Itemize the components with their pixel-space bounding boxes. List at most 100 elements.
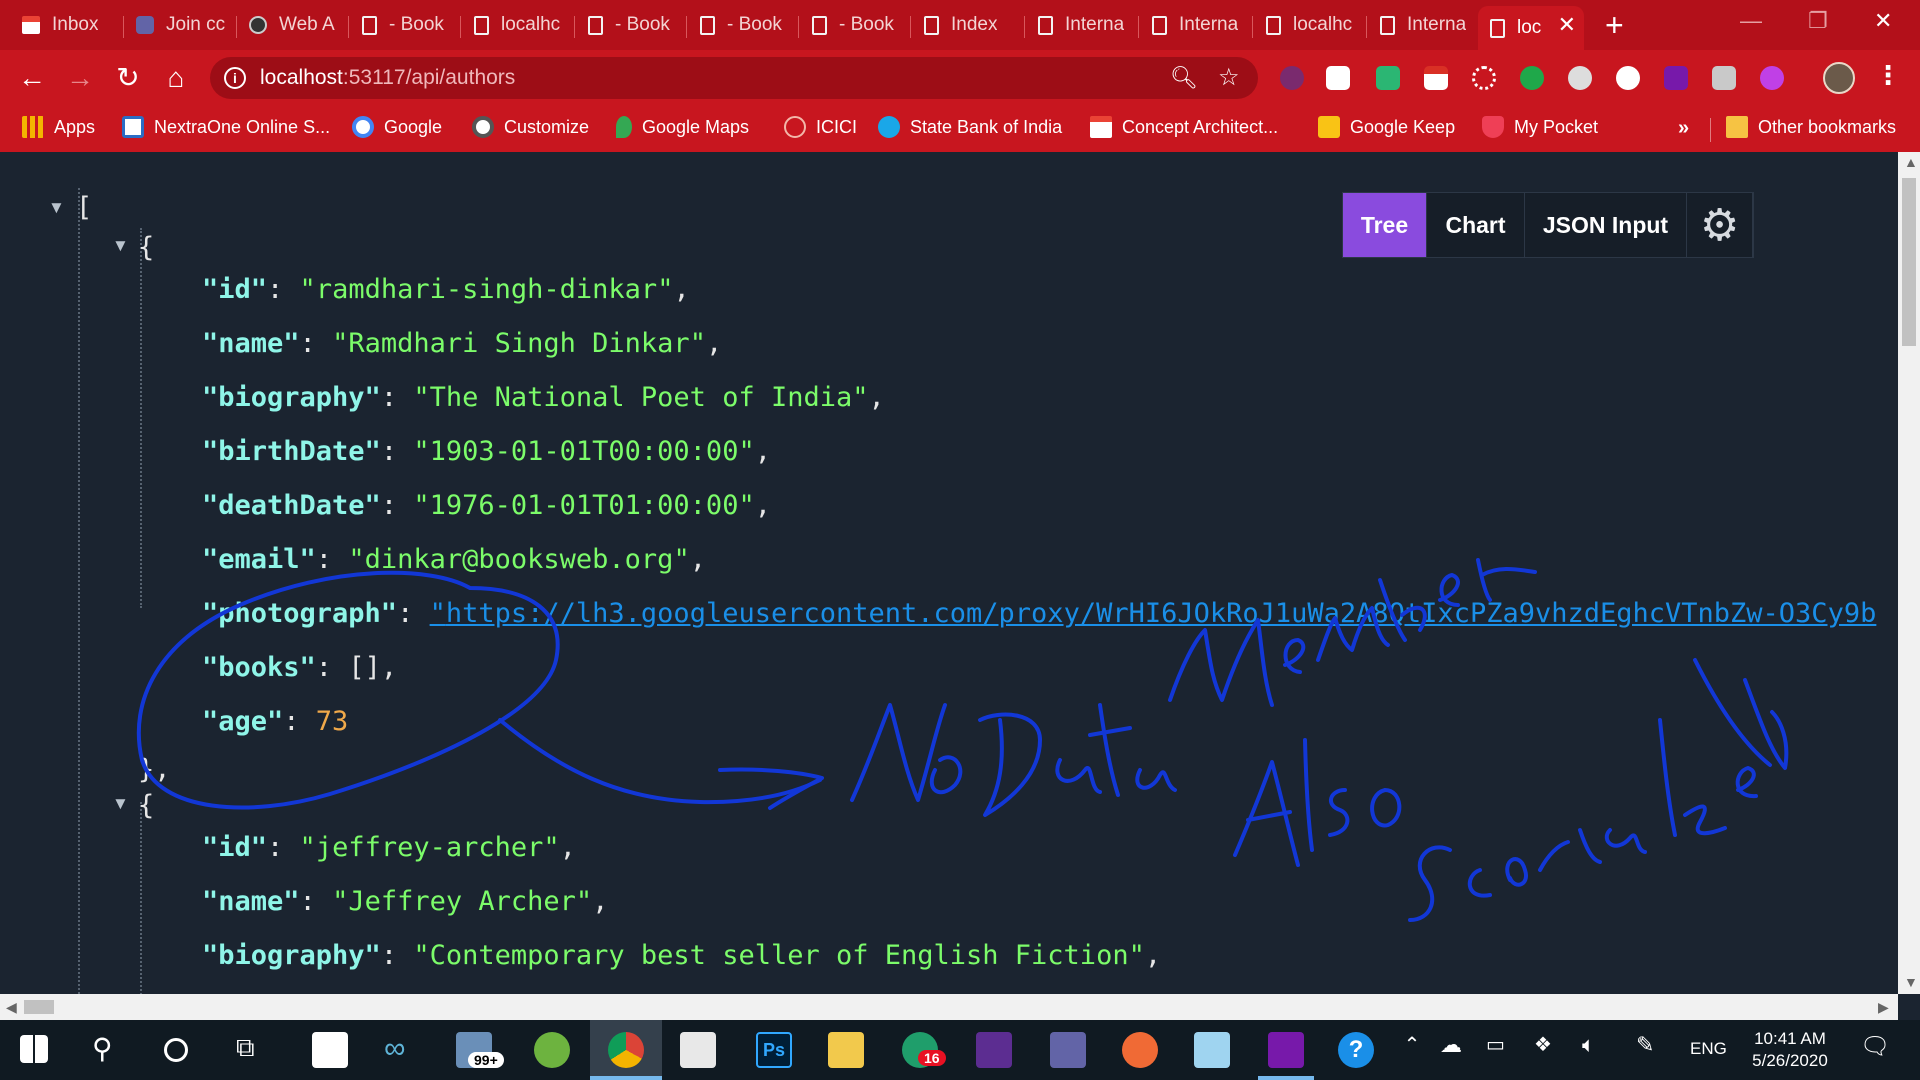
browser-tab[interactable]: Index (912, 8, 1024, 42)
collapse-toggle[interactable]: ▼ (112, 236, 129, 256)
app-icon[interactable] (1194, 1032, 1230, 1068)
bookmark-my-pocket[interactable]: My Pocket (1482, 116, 1598, 138)
extension-icon[interactable] (1280, 66, 1304, 90)
extension-icon[interactable] (1326, 66, 1350, 90)
bookmark-google[interactable]: Google (352, 116, 442, 138)
close-tab-icon[interactable]: ✕ (1558, 14, 1576, 36)
settings-gear-icon[interactable]: ⚙ (1687, 193, 1753, 257)
task-view-icon[interactable]: ⧉ (236, 1032, 272, 1068)
page-icon (1038, 15, 1053, 35)
collapse-toggle[interactable]: ▼ (112, 794, 129, 814)
spring-tool-icon[interactable] (534, 1032, 570, 1068)
avatar[interactable] (1823, 62, 1855, 94)
notifications-icon[interactable]: 🗨︎ (1860, 1032, 1896, 1068)
extension-icon[interactable] (1760, 66, 1784, 90)
windows-start-icon[interactable] (20, 1035, 48, 1063)
bookmarks-bar: Apps NextraOne Online S... Google Custom… (0, 106, 1920, 152)
search-icon[interactable]: ⚲ (92, 1032, 128, 1068)
extension-icon[interactable] (1616, 66, 1640, 90)
show-hidden-icons[interactable]: ⌃ (1394, 1032, 1430, 1068)
info-icon[interactable]: i (224, 67, 246, 89)
onedrive-icon[interactable]: ☁ (1440, 1032, 1476, 1068)
scroll-thumb[interactable] (24, 1000, 54, 1014)
onenote-icon[interactable] (1664, 66, 1688, 90)
browser-tab[interactable]: - Book (688, 8, 798, 42)
home-button[interactable]: ⌂ (158, 60, 194, 96)
extension-icon[interactable] (1568, 66, 1592, 90)
pen-icon[interactable]: ✎ (1636, 1032, 1672, 1068)
browser-tab[interactable]: Interna (1026, 8, 1138, 42)
vertical-scrollbar[interactable]: ▲ ▼ (1898, 152, 1920, 994)
browser-tab-active[interactable]: loc ✕ (1478, 6, 1584, 50)
bookmark-sbi[interactable]: State Bank of India (878, 116, 1062, 138)
json-row: "name": "Jeffrey Archer", (202, 886, 609, 917)
address-bar[interactable]: i localhost:53117/api/authors 🔍︎ ☆ (210, 57, 1258, 99)
tab-strip: Inbox Join cc Web A - Book localhc - Boo… (0, 0, 1920, 50)
teams-taskbar-icon[interactable] (1050, 1032, 1086, 1068)
other-bookmarks[interactable]: Other bookmarks (1726, 116, 1896, 138)
collapse-toggle[interactable]: ▼ (48, 198, 65, 218)
json-row: "id": "jeffrey-archer", (202, 832, 576, 863)
zoom-icon[interactable]: 🔍︎ (1170, 65, 1198, 91)
dropbox-icon[interactable] (1712, 66, 1736, 90)
back-button[interactable]: ← (14, 60, 50, 96)
chrome-icon[interactable] (608, 1032, 644, 1068)
bookmark-google-maps[interactable]: Google Maps (616, 116, 749, 138)
page-icon (812, 15, 827, 35)
horizontal-scrollbar[interactable]: ◀ ▶ (0, 994, 1898, 1020)
tab-tree[interactable]: Tree (1343, 193, 1427, 257)
bookmark-apps[interactable]: Apps (22, 116, 95, 138)
volume-icon[interactable]: 🔈︎ (1582, 1032, 1618, 1068)
browser-tab[interactable]: Interna (1140, 8, 1252, 42)
browser-tab[interactable]: - Book (350, 8, 460, 42)
menu-icon[interactable]: ⋮ (1875, 60, 1901, 91)
tab-chart[interactable]: Chart (1427, 193, 1525, 257)
browser-tab[interactable]: Web A (237, 8, 345, 42)
extension-icon[interactable] (1376, 66, 1400, 90)
dropbox-taskbar-icon[interactable] (312, 1032, 348, 1068)
store-icon[interactable] (680, 1032, 716, 1068)
clock[interactable]: 10:41 AM 5/26/2020 (1740, 1028, 1840, 1072)
cortana-icon[interactable] (164, 1038, 188, 1062)
forward-button[interactable]: → (62, 60, 98, 96)
page-icon (1490, 18, 1505, 38)
battery-icon[interactable]: ▭ (1486, 1032, 1522, 1068)
browser-tab[interactable]: Join cc (124, 8, 236, 42)
postman-icon[interactable] (1122, 1032, 1158, 1068)
browser-tab[interactable]: Inbox (10, 8, 110, 42)
bookmark-nextraone[interactable]: NextraOne Online S... (122, 116, 330, 138)
bookmarks-overflow-button[interactable]: » (1678, 117, 1689, 140)
minimize-icon[interactable]: — (1740, 8, 1762, 34)
browser-tab[interactable]: - Book (800, 8, 910, 42)
language-indicator[interactable]: ENG (1690, 1039, 1727, 1059)
arduino-icon[interactable]: ∞ (384, 1032, 420, 1068)
json-row: "email": "dinkar@booksweb.org", (202, 544, 706, 575)
reload-button[interactable]: ↻ (110, 60, 146, 96)
evernote-icon[interactable] (1520, 66, 1544, 90)
photograph-link[interactable]: "https://lh3.googleusercontent.com/proxy… (430, 598, 1877, 629)
bookmark-customize[interactable]: Customize (472, 116, 589, 138)
bookmark-icici[interactable]: ICICI (784, 116, 857, 138)
visual-studio-icon[interactable] (976, 1032, 1012, 1068)
browser-tab[interactable]: localhc (462, 8, 574, 42)
browser-tab[interactable]: localhc (1254, 8, 1366, 42)
dropbox-tray-icon[interactable]: ❖ (1534, 1032, 1570, 1068)
bookmark-google-keep[interactable]: Google Keep (1318, 116, 1455, 138)
gmail-extension-icon[interactable] (1424, 66, 1448, 90)
tab-json-input[interactable]: JSON Input (1525, 193, 1687, 257)
browser-tab[interactable]: - Book (576, 8, 686, 42)
help-icon[interactable]: ? (1338, 1032, 1374, 1068)
scroll-thumb[interactable] (1902, 178, 1916, 346)
browser-tab[interactable]: Interna (1368, 8, 1478, 42)
url-text[interactable]: localhost:53117/api/authors (260, 66, 515, 90)
bookmark-star-icon[interactable]: ☆ (1218, 63, 1240, 92)
file-explorer-icon[interactable] (828, 1032, 864, 1068)
new-tab-button[interactable]: + (1605, 9, 1624, 41)
restore-icon[interactable]: ❐ (1808, 8, 1828, 34)
bookmark-concept-architect[interactable]: Concept Architect... (1090, 116, 1278, 138)
json-row: "photograph": "https://lh3.googleusercon… (202, 598, 1877, 629)
extension-icon[interactable] (1472, 66, 1496, 90)
photoshop-icon[interactable]: Ps (756, 1032, 792, 1068)
onenote-taskbar-icon[interactable] (1268, 1032, 1304, 1068)
close-window-icon[interactable]: ✕ (1874, 8, 1892, 34)
